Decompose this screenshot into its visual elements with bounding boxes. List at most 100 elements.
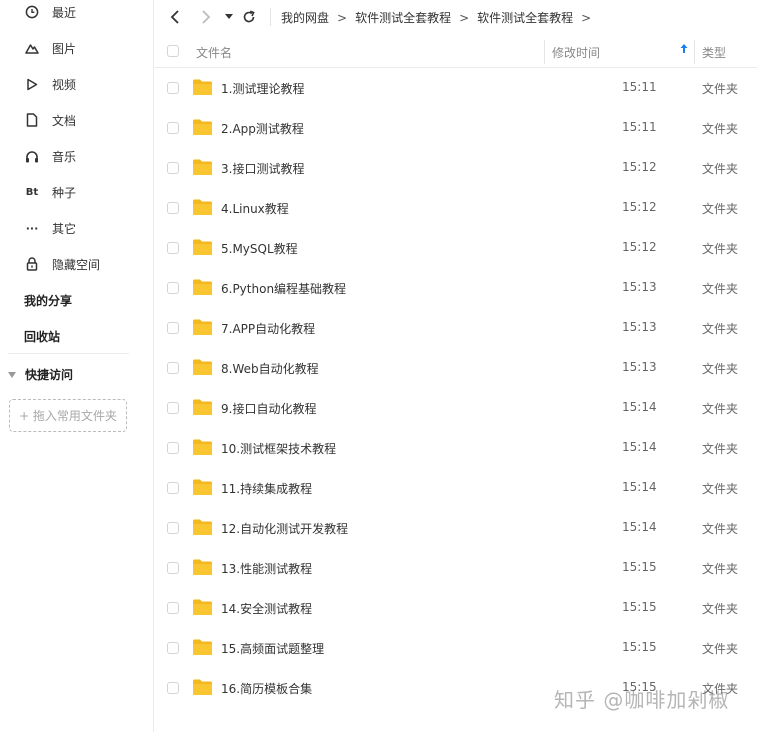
- forward-button[interactable]: [198, 9, 214, 25]
- row-checkbox[interactable]: [167, 82, 179, 94]
- file-modified-time: 15:13: [622, 360, 657, 374]
- sidebar-my-share[interactable]: 我的分享: [24, 292, 72, 309]
- toolbar: 我的网盘 > 软件测试全套教程 > 软件测试全套教程 >: [154, 0, 757, 34]
- breadcrumb-item[interactable]: 软件测试全套教程: [355, 9, 451, 26]
- row-checkbox[interactable]: [167, 402, 179, 414]
- breadcrumb-item-current[interactable]: 软件测试全套教程: [477, 9, 573, 26]
- table-row[interactable]: 10.测试框架技术教程 15:14 文件夹: [154, 428, 757, 468]
- file-modified-time: 15:14: [622, 400, 657, 414]
- row-checkbox[interactable]: [167, 122, 179, 134]
- file-modified-time: 15:14: [622, 520, 657, 534]
- table-header: 文件名 修改时间 类型: [154, 36, 757, 68]
- folder-icon: [193, 319, 212, 335]
- sidebar-item-images[interactable]: 图片: [24, 38, 76, 58]
- table-row[interactable]: 4.Linux教程 15:12 文件夹: [154, 188, 757, 228]
- column-divider: [544, 40, 545, 64]
- file-name[interactable]: 9.接口自动化教程: [221, 400, 316, 417]
- back-button[interactable]: [167, 9, 183, 25]
- table-row[interactable]: 8.Web自动化教程 15:13 文件夹: [154, 348, 757, 388]
- file-type: 文件夹: [702, 362, 739, 376]
- file-name[interactable]: 14.安全测试教程: [221, 600, 312, 617]
- file-name[interactable]: 13.性能测试教程: [221, 560, 312, 577]
- file-type: 文件夹: [702, 642, 739, 656]
- file-name[interactable]: 5.MySQL教程: [221, 240, 298, 257]
- row-checkbox[interactable]: [167, 162, 179, 174]
- row-checkbox[interactable]: [167, 202, 179, 214]
- watermark: 知乎 @咖啡加剁椒: [554, 688, 730, 712]
- table-row[interactable]: 13.性能测试教程 15:15 文件夹: [154, 548, 757, 588]
- quick-access-label: 快捷访问: [25, 368, 74, 382]
- row-checkbox[interactable]: [167, 562, 179, 574]
- file-name[interactable]: 2.App测试教程: [221, 120, 304, 137]
- sidebar-item-torrents[interactable]: Bt 种子: [24, 182, 76, 202]
- sidebar-item-music[interactable]: 音乐: [24, 146, 76, 166]
- add-favorite-folder-dropzone[interactable]: + 拖入常用文件夹: [9, 399, 127, 432]
- sidebar-item-label: 最近: [52, 5, 77, 20]
- sidebar: 最近 图片 视频 文档 音乐 Bt 种子 ··· 其它 隐藏空间 我的分享 回收…: [0, 0, 154, 732]
- column-header-name[interactable]: 文件名: [196, 44, 232, 61]
- table-row[interactable]: 6.Python编程基础教程 15:13 文件夹: [154, 268, 757, 308]
- file-name[interactable]: 15.高频面试题整理: [221, 640, 324, 657]
- file-name[interactable]: 7.APP自动化教程: [221, 320, 315, 337]
- column-header-modified[interactable]: 修改时间: [552, 44, 600, 61]
- file-type: 文件夹: [702, 322, 739, 336]
- sidebar-item-recent[interactable]: 最近: [24, 2, 76, 22]
- row-checkbox[interactable]: [167, 242, 179, 254]
- folder-icon: [193, 559, 212, 575]
- row-checkbox[interactable]: [167, 282, 179, 294]
- row-checkbox[interactable]: [167, 362, 179, 374]
- file-modified-time: 15:12: [622, 240, 657, 254]
- folder-icon: [193, 399, 212, 415]
- table-row[interactable]: 7.APP自动化教程 15:13 文件夹: [154, 308, 757, 348]
- refresh-button[interactable]: [241, 9, 257, 25]
- table-row[interactable]: 1.测试理论教程 15:11 文件夹: [154, 68, 757, 108]
- row-checkbox[interactable]: [167, 682, 179, 694]
- file-name[interactable]: 1.测试理论教程: [221, 80, 304, 97]
- row-checkbox[interactable]: [167, 642, 179, 654]
- file-name[interactable]: 16.简历模板合集: [221, 680, 312, 697]
- sidebar-recycle-bin[interactable]: 回收站: [24, 328, 60, 345]
- file-type: 文件夹: [702, 122, 739, 136]
- table-row[interactable]: 15.高频面试题整理 15:15 文件夹: [154, 628, 757, 668]
- row-checkbox[interactable]: [167, 522, 179, 534]
- table-row[interactable]: 11.持续集成教程 15:14 文件夹: [154, 468, 757, 508]
- row-checkbox[interactable]: [167, 442, 179, 454]
- breadcrumb-item-root[interactable]: 我的网盘: [281, 9, 329, 26]
- sidebar-item-label: 文档: [52, 113, 77, 128]
- caret-down-icon: [225, 14, 233, 19]
- table-row[interactable]: 12.自动化测试开发教程 15:14 文件夹: [154, 508, 757, 548]
- sidebar-divider: [8, 353, 129, 354]
- select-all-checkbox[interactable]: [167, 45, 179, 57]
- column-header-type[interactable]: 类型: [702, 44, 726, 61]
- file-name[interactable]: 10.测试框架技术教程: [221, 440, 336, 457]
- more-icon: ···: [25, 221, 39, 235]
- file-modified-time: 15:14: [622, 480, 657, 494]
- table-row[interactable]: 14.安全测试教程 15:15 文件夹: [154, 588, 757, 628]
- table-row[interactable]: 9.接口自动化教程 15:14 文件夹: [154, 388, 757, 428]
- table-row[interactable]: 3.接口测试教程 15:12 文件夹: [154, 148, 757, 188]
- sidebar-item-hidden-space[interactable]: 隐藏空间: [24, 254, 100, 274]
- quick-access-toggle[interactable]: 快捷访问: [8, 366, 73, 383]
- row-checkbox[interactable]: [167, 602, 179, 614]
- file-name[interactable]: 6.Python编程基础教程: [221, 280, 346, 297]
- file-modified-time: 15:14: [622, 440, 657, 454]
- sort-ascending-icon[interactable]: [680, 43, 688, 57]
- table-row[interactable]: 2.App测试教程 15:11 文件夹: [154, 108, 757, 148]
- history-dropdown-button[interactable]: [221, 9, 237, 25]
- file-name[interactable]: 3.接口测试教程: [221, 160, 304, 177]
- table-row[interactable]: 5.MySQL教程 15:12 文件夹: [154, 228, 757, 268]
- folder-icon: [193, 359, 212, 375]
- sidebar-item-other[interactable]: ··· 其它: [24, 218, 76, 238]
- file-name[interactable]: 12.自动化测试开发教程: [221, 520, 348, 537]
- sidebar-item-videos[interactable]: 视频: [24, 74, 76, 94]
- row-checkbox[interactable]: [167, 322, 179, 334]
- file-modified-time: 15:15: [622, 600, 657, 614]
- file-name[interactable]: 11.持续集成教程: [221, 480, 312, 497]
- file-name[interactable]: 8.Web自动化教程: [221, 360, 319, 377]
- row-checkbox[interactable]: [167, 482, 179, 494]
- file-type: 文件夹: [702, 482, 739, 496]
- mountain-icon: [24, 40, 40, 56]
- sidebar-item-documents[interactable]: 文档: [24, 110, 76, 130]
- file-modified-time: 15:12: [622, 160, 657, 174]
- file-name[interactable]: 4.Linux教程: [221, 200, 289, 217]
